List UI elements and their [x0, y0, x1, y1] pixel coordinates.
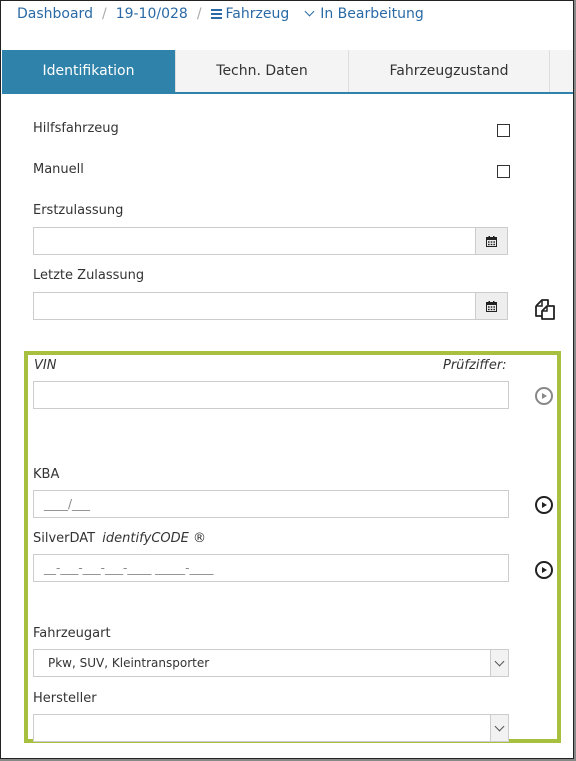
- tab-techn-daten[interactable]: Techn. Daten: [176, 50, 349, 92]
- silverdat-label-italic: identifyCODE ®: [102, 531, 207, 546]
- silverdat-input[interactable]: __-___-___-___-____ _____-____: [33, 554, 509, 582]
- fahrzeugart-select[interactable]: Pkw, SUV, Kleintransporter: [33, 649, 509, 677]
- manuell-checkbox[interactable]: [497, 165, 510, 178]
- play-circle-icon: [542, 567, 547, 573]
- chevron-down-icon: [494, 656, 505, 666]
- play-circle-icon: [542, 393, 547, 399]
- breadcrumb-case-number[interactable]: 19-10/028: [116, 6, 188, 22]
- breadcrumb: Dashboard / 19-10/028 / Fahrzeug In Bear…: [17, 4, 424, 24]
- calendar-icon: [486, 300, 497, 312]
- tab-bar: Identifikation Techn. Daten Fahrzeugzust…: [2, 50, 573, 94]
- fahrzeugart-value: Pkw, SUV, Kleintransporter: [48, 656, 210, 670]
- tab-identifikation[interactable]: Identifikation: [2, 50, 176, 92]
- breadcrumb-vehicle-label: Fahrzeug: [225, 6, 290, 22]
- hersteller-label: Hersteller: [33, 691, 97, 706]
- manuell-label: Manuell: [33, 162, 84, 177]
- breadcrumb-dashboard[interactable]: Dashboard: [17, 6, 93, 22]
- breadcrumb-status-label: In Bearbeitung: [320, 6, 424, 22]
- erstzulassung-input[interactable]: [33, 227, 476, 255]
- vin-label: VIN: [34, 358, 57, 373]
- fahrzeugart-label: Fahrzeugart: [33, 626, 111, 641]
- kba-input[interactable]: ____/___: [33, 490, 509, 518]
- erstzulassung-label: Erstzulassung: [33, 203, 124, 218]
- vin-input[interactable]: [33, 381, 509, 409]
- letzte-zulassung-calendar-button[interactable]: [475, 292, 508, 320]
- tab-more[interactable]: [550, 50, 573, 92]
- hersteller-select[interactable]: [33, 714, 509, 742]
- silverdat-label: SilverDAT identifyCODE ®: [33, 531, 206, 546]
- pruefziffer-label: Prüfziffer:: [443, 358, 507, 373]
- tab-fahrzeugzustand[interactable]: Fahrzeugzustand: [349, 50, 550, 92]
- chevron-down-icon: [494, 721, 505, 731]
- hilfsfahrzeug-checkbox[interactable]: [497, 124, 510, 137]
- hilfsfahrzeug-label: Hilfsfahrzeug: [33, 121, 119, 136]
- letzte-zulassung-input[interactable]: [33, 292, 476, 320]
- silverdat-label-text: SilverDAT: [33, 531, 96, 546]
- erstzulassung-calendar-button[interactable]: [475, 227, 508, 255]
- silverdat-lookup-button[interactable]: [535, 561, 553, 579]
- menu-icon: [210, 7, 222, 21]
- letzte-zulassung-label: Letzte Zulassung: [33, 268, 145, 283]
- kba-label: KBA: [33, 467, 60, 482]
- hersteller-dropdown-button[interactable]: [490, 715, 508, 741]
- copy-dates-button[interactable]: [533, 297, 557, 321]
- calendar-icon: [486, 235, 497, 247]
- tab-underline: [2, 92, 573, 94]
- play-circle-icon: [542, 502, 547, 508]
- copy-icon: [535, 299, 555, 320]
- breadcrumb-separator: /: [101, 6, 107, 22]
- identification-highlight-box: [24, 351, 561, 743]
- breadcrumb-separator: /: [196, 6, 202, 22]
- chevron-down-icon: [304, 6, 315, 17]
- fahrzeugart-dropdown-button[interactable]: [490, 650, 508, 676]
- app-frame: Dashboard / 19-10/028 / Fahrzeug In Bear…: [0, 0, 574, 759]
- vin-lookup-button[interactable]: [535, 387, 553, 405]
- kba-lookup-button[interactable]: [535, 496, 553, 514]
- breadcrumb-vehicle[interactable]: Fahrzeug: [210, 6, 290, 22]
- breadcrumb-status[interactable]: In Bearbeitung: [303, 6, 424, 22]
